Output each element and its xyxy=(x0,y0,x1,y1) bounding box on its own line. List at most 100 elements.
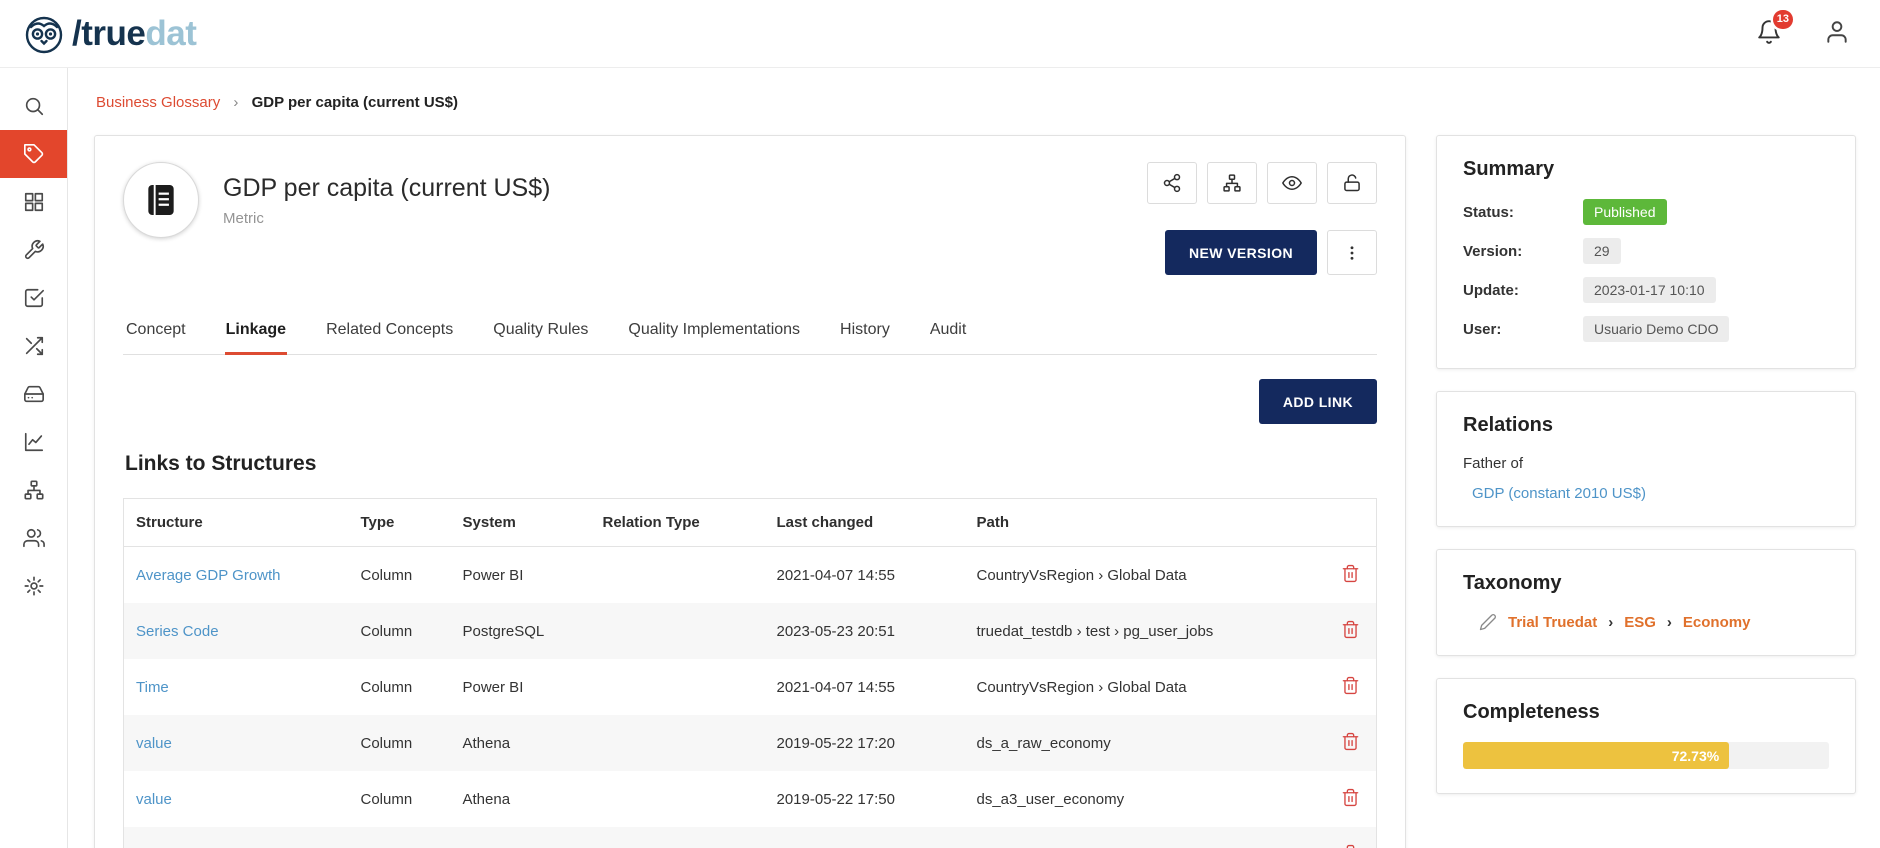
new-version-button[interactable]: NEW VERSION xyxy=(1165,230,1317,275)
tab-quality-rules[interactable]: Quality Rules xyxy=(492,309,589,355)
sidebar-item-users[interactable] xyxy=(0,514,67,562)
structure-link[interactable]: Series Code xyxy=(136,623,219,640)
eye-icon xyxy=(1282,173,1302,193)
structure-link[interactable]: Time xyxy=(136,679,169,696)
cell-last-changed: 2019-05-22 17:50 xyxy=(765,771,965,827)
delete-link-button[interactable] xyxy=(1339,562,1362,588)
user-menu-button[interactable] xyxy=(1824,19,1850,49)
table-row: Time Column Power BI 2021-04-07 14:55 Co… xyxy=(124,659,1377,715)
col-path: Path xyxy=(965,499,1325,547)
cell-relation-type: Master Relation xyxy=(591,827,765,848)
sidebar-item-dashboards[interactable] xyxy=(0,178,67,226)
completeness-title: Completeness xyxy=(1463,701,1829,724)
trash-icon xyxy=(1341,620,1360,639)
cell-system: PostgreSQL xyxy=(451,603,591,659)
trash-icon xyxy=(1341,844,1360,848)
cell-last-changed: 2019-05-22 17:20 xyxy=(765,715,965,771)
table-row: Value Column Power BI Master Relation 20… xyxy=(124,827,1377,848)
completeness-panel: Completeness 72.73% xyxy=(1436,678,1856,794)
tab-quality-implementations[interactable]: Quality Implementations xyxy=(627,309,801,355)
sidebar-item-stats[interactable] xyxy=(0,418,67,466)
check-square-icon xyxy=(23,287,45,309)
delete-link-button[interactable] xyxy=(1339,842,1362,848)
concept-title: GDP per capita (current US$) xyxy=(223,174,550,203)
cell-type: Column xyxy=(349,603,451,659)
breadcrumb-separator: › xyxy=(233,94,238,111)
delete-link-button[interactable] xyxy=(1339,674,1362,700)
cell-system: Athena xyxy=(451,771,591,827)
breadcrumb-business-glossary[interactable]: Business Glossary xyxy=(96,94,220,111)
delete-link-button[interactable] xyxy=(1339,730,1362,756)
breadcrumb: Business Glossary › GDP per capita (curr… xyxy=(96,94,1856,111)
taxonomy-link-subdomain[interactable]: ESG xyxy=(1624,614,1656,631)
trash-icon xyxy=(1341,788,1360,807)
taxonomy-link-leaf[interactable]: Economy xyxy=(1683,614,1751,631)
structure-link[interactable]: value xyxy=(136,735,172,752)
links-section-title: Links to Structures xyxy=(125,452,1377,476)
table-row: value Column Athena 2019-05-22 17:50 ds_… xyxy=(124,771,1377,827)
sidebar-item-structures[interactable] xyxy=(0,466,67,514)
delete-link-button[interactable] xyxy=(1339,618,1362,644)
trash-icon xyxy=(1341,564,1360,583)
cell-path: CountryVsRegion › Global Data xyxy=(965,827,1325,848)
taxonomy-separator: › xyxy=(1608,614,1613,631)
concept-type: Metric xyxy=(223,210,550,227)
sidebar-item-data-sources[interactable] xyxy=(0,370,67,418)
top-bar: /truedat 13 xyxy=(0,0,1880,68)
delete-link-button[interactable] xyxy=(1339,786,1362,812)
sidebar-item-lineage[interactable] xyxy=(0,322,67,370)
shuffle-icon xyxy=(23,335,45,357)
summary-title: Summary xyxy=(1463,158,1829,181)
table-row: Series Code Column PostgreSQL 2023-05-23… xyxy=(124,603,1377,659)
structure-link[interactable]: Average GDP Growth xyxy=(136,567,281,584)
sidebar-item-quality[interactable] xyxy=(0,274,67,322)
main-content: Business Glossary › GDP per capita (curr… xyxy=(68,68,1880,848)
tab-audit[interactable]: Audit xyxy=(929,309,967,355)
sidebar-nav xyxy=(0,68,68,848)
taxonomy-breadcrumb: Trial Truedat › ESG › Economy xyxy=(1463,613,1829,631)
col-relation-type: Relation Type xyxy=(591,499,765,547)
cell-relation-type xyxy=(591,659,765,715)
cell-type: Column xyxy=(349,715,451,771)
pencil-icon[interactable] xyxy=(1479,613,1497,631)
truedat-logo[interactable]: /truedat xyxy=(22,12,196,56)
structure-view-button[interactable] xyxy=(1207,162,1257,204)
cell-type: Column xyxy=(349,771,451,827)
related-concept-link[interactable]: GDP (constant 2010 US$) xyxy=(1472,485,1646,502)
share-button[interactable] xyxy=(1147,162,1197,204)
cell-type: Column xyxy=(349,827,451,848)
version-badge: 29 xyxy=(1583,238,1621,264)
unlock-icon xyxy=(1342,173,1362,193)
sidebar-item-glossary[interactable] xyxy=(0,130,67,178)
tab-history[interactable]: History xyxy=(839,309,891,355)
update-label: Update: xyxy=(1463,282,1583,299)
book-icon xyxy=(142,181,180,219)
more-options-button[interactable] xyxy=(1327,230,1377,275)
completeness-bar: 72.73% xyxy=(1463,742,1829,769)
tab-linkage[interactable]: Linkage xyxy=(225,309,287,355)
cell-relation-type xyxy=(591,603,765,659)
cell-path: truedat_testdb › test › pg_user_jobs xyxy=(965,603,1325,659)
watch-button[interactable] xyxy=(1267,162,1317,204)
hard-drive-icon xyxy=(23,383,45,405)
table-header-row: Structure Type System Relation Type Last… xyxy=(124,499,1377,547)
table-row: value Column Athena 2019-05-22 17:20 ds_… xyxy=(124,715,1377,771)
cell-path: CountryVsRegion › Global Data xyxy=(965,547,1325,604)
summary-panel: Summary Status: Published Version: 29 Up… xyxy=(1436,135,1856,369)
tab-related-concepts[interactable]: Related Concepts xyxy=(325,309,454,355)
cell-path: ds_a_raw_economy xyxy=(965,715,1325,771)
sidebar-item-tools[interactable] xyxy=(0,226,67,274)
sidebar-item-search[interactable] xyxy=(0,82,67,130)
sidebar-item-settings[interactable] xyxy=(0,562,67,610)
taxonomy-link-domain[interactable]: Trial Truedat xyxy=(1508,614,1597,631)
tab-concept[interactable]: Concept xyxy=(125,309,187,355)
confidentiality-button[interactable] xyxy=(1327,162,1377,204)
concept-avatar xyxy=(123,162,199,238)
add-link-button[interactable]: ADD LINK xyxy=(1259,379,1377,424)
user-icon xyxy=(1824,19,1850,45)
notifications-button[interactable]: 13 xyxy=(1756,19,1782,49)
status-badge: Published xyxy=(1583,199,1667,225)
structure-link[interactable]: value xyxy=(136,791,172,808)
links-table: Structure Type System Relation Type Last… xyxy=(123,498,1377,848)
cell-last-changed: 2021-04-07 14:55 xyxy=(765,659,965,715)
